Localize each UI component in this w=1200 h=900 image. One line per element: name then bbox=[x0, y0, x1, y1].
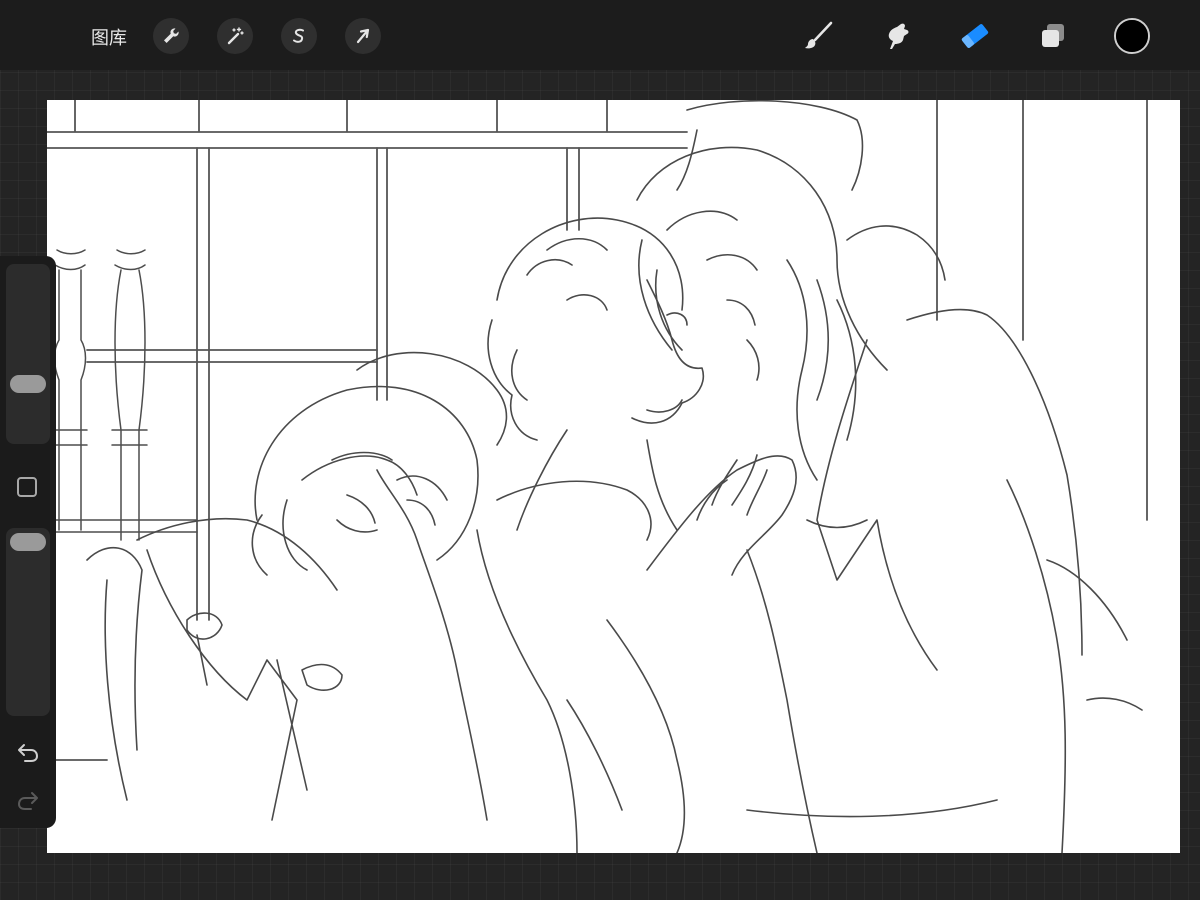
brush-size-slider[interactable] bbox=[6, 264, 50, 444]
smudge-tool-button[interactable] bbox=[879, 18, 915, 54]
eraser-tool-button[interactable] bbox=[957, 18, 993, 54]
opacity-slider[interactable] bbox=[6, 528, 50, 716]
brush-tool-button[interactable] bbox=[801, 18, 837, 54]
gallery-button[interactable]: 图库 bbox=[91, 24, 127, 50]
brush-size-thumb[interactable] bbox=[10, 375, 46, 393]
color-picker-button[interactable] bbox=[1114, 18, 1150, 54]
top-toolbar: 图库 bbox=[0, 0, 1200, 70]
wrench-icon bbox=[164, 28, 179, 43]
layers-button[interactable] bbox=[1035, 18, 1071, 54]
actions-button[interactable] bbox=[153, 18, 189, 54]
undo-icon bbox=[18, 744, 38, 762]
arrow-transform-icon bbox=[356, 28, 370, 44]
drawing-canvas[interactable] bbox=[47, 100, 1180, 853]
redo-icon bbox=[18, 792, 38, 810]
smudge-icon bbox=[888, 23, 909, 49]
transform-button[interactable] bbox=[345, 18, 381, 54]
line-art-drawing bbox=[47, 100, 1148, 853]
current-color-swatch bbox=[1116, 20, 1148, 52]
selection-s-icon bbox=[293, 28, 304, 43]
opacity-thumb[interactable] bbox=[10, 533, 46, 551]
redo-button[interactable] bbox=[14, 788, 42, 812]
layers-icon bbox=[1042, 24, 1064, 47]
adjustments-button[interactable] bbox=[217, 18, 253, 54]
undo-button[interactable] bbox=[14, 740, 42, 764]
left-sidebar bbox=[0, 256, 56, 828]
brush-icon bbox=[805, 21, 833, 49]
selection-button[interactable] bbox=[281, 18, 317, 54]
modify-button[interactable] bbox=[17, 477, 37, 497]
magic-wand-icon bbox=[227, 27, 244, 45]
eraser-icon bbox=[961, 24, 989, 48]
